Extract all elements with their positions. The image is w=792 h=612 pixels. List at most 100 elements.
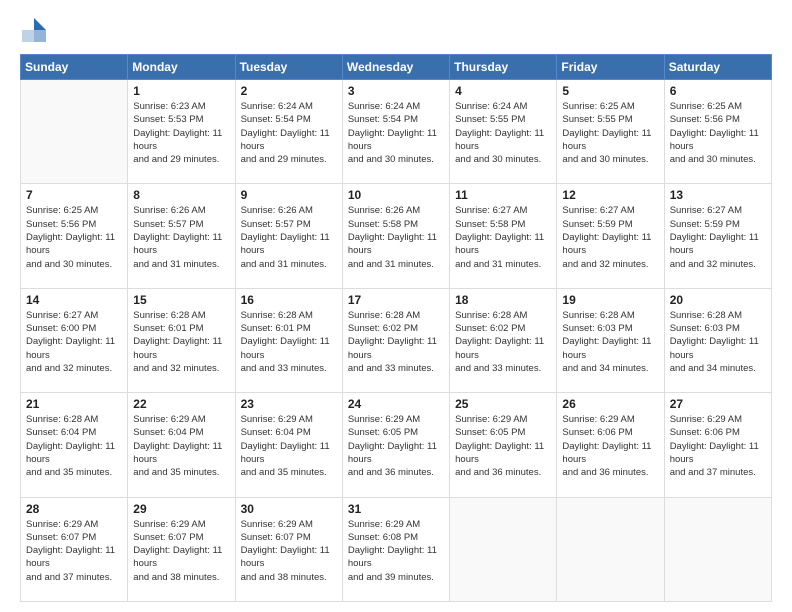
day-number: 22 — [133, 397, 229, 411]
calendar-cell — [450, 497, 557, 601]
day-number: 21 — [26, 397, 122, 411]
daylight-text-2: and and 35 minutes. — [133, 466, 229, 479]
sunset-text: Sunset: 5:54 PM — [348, 113, 444, 126]
daylight-text-1: Daylight: Daylight: 11 hours — [348, 544, 444, 571]
day-number: 9 — [241, 188, 337, 202]
sunset-text: Sunset: 6:04 PM — [133, 426, 229, 439]
daylight-text-2: and and 32 minutes. — [133, 362, 229, 375]
daylight-text-2: and and 33 minutes. — [348, 362, 444, 375]
sunrise-text: Sunrise: 6:29 AM — [26, 518, 122, 531]
logo — [20, 16, 52, 44]
calendar-week-row: 21 Sunrise: 6:28 AM Sunset: 6:04 PM Dayligh… — [21, 393, 772, 497]
calendar-cell: 27Sunrise: 6:29 AMSunset: 6:06 PMDayligh… — [664, 393, 771, 497]
sunrise-text: Sunrise: 6:29 AM — [133, 413, 229, 426]
calendar-cell: 19Sunrise: 6:28 AMSunset: 6:03 PMDayligh… — [557, 288, 664, 392]
daylight-text-1: Daylight: Daylight: 11 hours — [670, 231, 766, 258]
day-number: 17 — [348, 293, 444, 307]
calendar-cell — [664, 497, 771, 601]
sunrise-text: Sunrise: 6:26 AM — [133, 204, 229, 217]
calendar-cell: 17Sunrise: 6:28 AMSunset: 6:02 PMDayligh… — [342, 288, 449, 392]
daylight-text-1: Daylight: Daylight: 11 hours — [348, 231, 444, 258]
calendar-cell: 11Sunrise: 6:27 AMSunset: 5:58 PMDayligh… — [450, 184, 557, 288]
day-number: 16 — [241, 293, 337, 307]
calendar-cell: 25Sunrise: 6:29 AMSunset: 6:05 PMDayligh… — [450, 393, 557, 497]
daylight-text-2: and and 29 minutes. — [241, 153, 337, 166]
day-number: 1 — [133, 84, 229, 98]
daylight-text-1: Daylight: Daylight: 11 hours — [562, 231, 658, 258]
daylight-text-1: Daylight: Daylight: 11 hours — [26, 544, 122, 571]
calendar-week-row: 1Sunrise: 6:23 AMSunset: 5:53 PMDaylight… — [21, 80, 772, 184]
calendar-cell: 18Sunrise: 6:28 AMSunset: 6:02 PMDayligh… — [450, 288, 557, 392]
day-number: 6 — [670, 84, 766, 98]
day-number: 11 — [455, 188, 551, 202]
sunset-text: Sunset: 5:54 PM — [241, 113, 337, 126]
calendar-cell: 2Sunrise: 6:24 AMSunset: 5:54 PMDaylight… — [235, 80, 342, 184]
daylight-text-2: and and 29 minutes. — [133, 153, 229, 166]
weekday-header-saturday: Saturday — [664, 55, 771, 80]
sunrise-text: Sunrise: 6:29 AM — [670, 413, 766, 426]
daylight-text-2: and and 34 minutes. — [670, 362, 766, 375]
daylight-text-2: and and 36 minutes. — [562, 466, 658, 479]
daylight-text-2: and and 30 minutes. — [562, 153, 658, 166]
sunrise-text: Sunrise: 6:27 AM — [562, 204, 658, 217]
day-number: 29 — [133, 502, 229, 516]
daylight-text-1: Daylight: Daylight: 11 hours — [455, 440, 551, 467]
weekday-header-tuesday: Tuesday — [235, 55, 342, 80]
calendar-cell: 3Sunrise: 6:24 AMSunset: 5:54 PMDaylight… — [342, 80, 449, 184]
calendar-cell: 7Sunrise: 6:25 AMSunset: 5:56 PMDaylight… — [21, 184, 128, 288]
sunset-text: Sunset: 5:59 PM — [562, 218, 658, 231]
daylight-text-2: and and 39 minutes. — [348, 571, 444, 584]
sunset-text: Sunset: 6:05 PM — [348, 426, 444, 439]
calendar-cell: 30Sunrise: 6:29 AMSunset: 6:07 PMDayligh… — [235, 497, 342, 601]
sunset-text: Sunset: 5:55 PM — [562, 113, 658, 126]
day-number: 23 — [241, 397, 337, 411]
sunrise-text: Sunrise: 6:27 AM — [26, 309, 122, 322]
daylight-text-1: Daylight: Daylight: 11 hours — [562, 335, 658, 362]
sunrise-text: Sunrise: 6:27 AM — [455, 204, 551, 217]
sunset-text: Sunset: 6:03 PM — [670, 322, 766, 335]
weekday-header-row: SundayMondayTuesdayWednesdayThursdayFrid… — [21, 55, 772, 80]
calendar-cell: 8Sunrise: 6:26 AMSunset: 5:57 PMDaylight… — [128, 184, 235, 288]
calendar-cell: 13Sunrise: 6:27 AMSunset: 5:59 PMDayligh… — [664, 184, 771, 288]
day-number: 24 — [348, 397, 444, 411]
daylight-text-1: Daylight: Daylight: 11 hours — [670, 127, 766, 154]
sunrise-text: Sunrise: 6:25 AM — [562, 100, 658, 113]
day-number: 7 — [26, 188, 122, 202]
daylight-text-1: Daylight: Daylight: 11 hours — [133, 231, 229, 258]
day-number: 10 — [348, 188, 444, 202]
daylight-text-2: and and 30 minutes. — [26, 258, 122, 271]
daylight-text-1: Daylight: Daylight: 11 hours — [241, 335, 337, 362]
weekday-header-friday: Friday — [557, 55, 664, 80]
day-number: 27 — [670, 397, 766, 411]
daylight-text-1: Daylight: Daylight: 11 hours — [26, 335, 122, 362]
calendar-cell: 29Sunrise: 6:29 AMSunset: 6:07 PMDayligh… — [128, 497, 235, 601]
sunset-text: Sunset: 6:07 PM — [26, 531, 122, 544]
daylight-text-1: Daylight: Daylight: 11 hours — [670, 440, 766, 467]
calendar-cell: 20Sunrise: 6:28 AMSunset: 6:03 PMDayligh… — [664, 288, 771, 392]
weekday-header-sunday: Sunday — [21, 55, 128, 80]
sunrise-text: Sunrise: 6:28 AM — [26, 413, 122, 426]
day-number: 2 — [241, 84, 337, 98]
sunset-text: Sunset: 5:53 PM — [133, 113, 229, 126]
daylight-text-2: and and 30 minutes. — [455, 153, 551, 166]
day-number: 20 — [670, 293, 766, 307]
calendar-week-row: 7Sunrise: 6:25 AMSunset: 5:56 PMDaylight… — [21, 184, 772, 288]
sunset-text: Sunset: 5:58 PM — [455, 218, 551, 231]
sunrise-text: Sunrise: 6:29 AM — [133, 518, 229, 531]
calendar-cell: 5Sunrise: 6:25 AMSunset: 5:55 PMDaylight… — [557, 80, 664, 184]
sunrise-text: Sunrise: 6:29 AM — [241, 413, 337, 426]
sunrise-text: Sunrise: 6:24 AM — [348, 100, 444, 113]
sunset-text: Sunset: 6:04 PM — [241, 426, 337, 439]
daylight-text-2: and and 37 minutes. — [26, 571, 122, 584]
daylight-text-2: and and 34 minutes. — [562, 362, 658, 375]
day-number: 8 — [133, 188, 229, 202]
daylight-text-2: and and 31 minutes. — [241, 258, 337, 271]
calendar-cell: 9Sunrise: 6:26 AMSunset: 5:57 PMDaylight… — [235, 184, 342, 288]
sunrise-text: Sunrise: 6:26 AM — [241, 204, 337, 217]
daylight-text-1: Daylight: Daylight: 11 hours — [348, 335, 444, 362]
daylight-text-1: Daylight: Daylight: 11 hours — [133, 544, 229, 571]
header — [20, 16, 772, 44]
sunrise-text: Sunrise: 6:28 AM — [241, 309, 337, 322]
calendar-cell: 16Sunrise: 6:28 AMSunset: 6:01 PMDayligh… — [235, 288, 342, 392]
sunset-text: Sunset: 6:05 PM — [455, 426, 551, 439]
